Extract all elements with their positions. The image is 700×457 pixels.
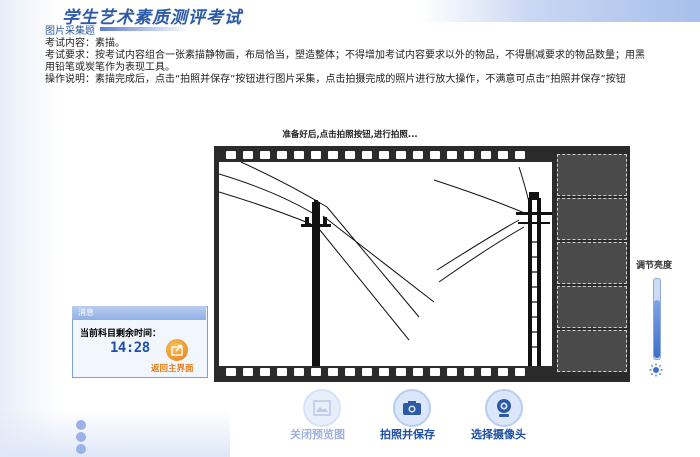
instruction-operation: 操作说明：素描完成后，点击“拍照并保存”按钮进行图片采集，点击拍摄完成的照片进行… bbox=[45, 74, 626, 85]
brightness-slider-fill bbox=[654, 300, 660, 358]
select-camera-button[interactable] bbox=[485, 389, 523, 427]
instruction-tool: 用铅笔或炭笔作为表现工具。 bbox=[45, 62, 175, 73]
share-icon bbox=[171, 344, 183, 356]
sun-icon bbox=[649, 362, 663, 377]
thumbnail-slot[interactable] bbox=[557, 154, 627, 196]
section-underline bbox=[100, 27, 190, 31]
bottom-left-decoration bbox=[0, 410, 230, 457]
section-label: 图片采集题 bbox=[45, 26, 95, 37]
capture-save-button[interactable] bbox=[393, 389, 431, 427]
close-preview-button[interactable] bbox=[303, 389, 341, 427]
captured-thumbnails bbox=[555, 152, 627, 376]
image-icon bbox=[313, 400, 331, 416]
return-home-button[interactable] bbox=[166, 339, 188, 361]
thumbnail-slot[interactable] bbox=[557, 286, 627, 328]
webcam-icon bbox=[497, 399, 511, 417]
film-holes-bottom bbox=[226, 368, 546, 378]
camera-live-image[interactable] bbox=[218, 161, 552, 366]
film-holes-top bbox=[226, 151, 546, 161]
thumbnail-slot[interactable] bbox=[557, 198, 627, 240]
message-box-title: 消息 bbox=[78, 308, 94, 317]
select-camera-label[interactable]: 选择摄像头 bbox=[471, 426, 526, 442]
remaining-time-value: 14:28 bbox=[110, 340, 150, 356]
camera-status: 准备好后,点击拍照按钮,进行拍照... bbox=[282, 130, 418, 140]
thumbnail-slot[interactable] bbox=[557, 330, 627, 372]
top-right-decoration bbox=[420, 0, 700, 22]
instruction-content: 考试内容：素描。 bbox=[45, 38, 125, 49]
capture-save-label[interactable]: 拍照并保存 bbox=[380, 426, 435, 442]
thumbnail-slot[interactable] bbox=[557, 242, 627, 284]
brightness-label: 调节亮度 bbox=[636, 261, 673, 271]
instruction-requirement: 考试要求：按考试内容组合一张素描静物画，布局恰当，塑造整体；不得增加考试内容要求… bbox=[45, 50, 645, 61]
close-preview-label[interactable]: 关闭预览图 bbox=[290, 426, 345, 442]
camera-icon bbox=[403, 401, 421, 415]
message-box-header: 消息 bbox=[72, 306, 206, 320]
return-home-label[interactable]: 返回主界面 bbox=[151, 362, 194, 374]
remaining-time-label: 当前科目剩余时间： bbox=[80, 329, 162, 339]
